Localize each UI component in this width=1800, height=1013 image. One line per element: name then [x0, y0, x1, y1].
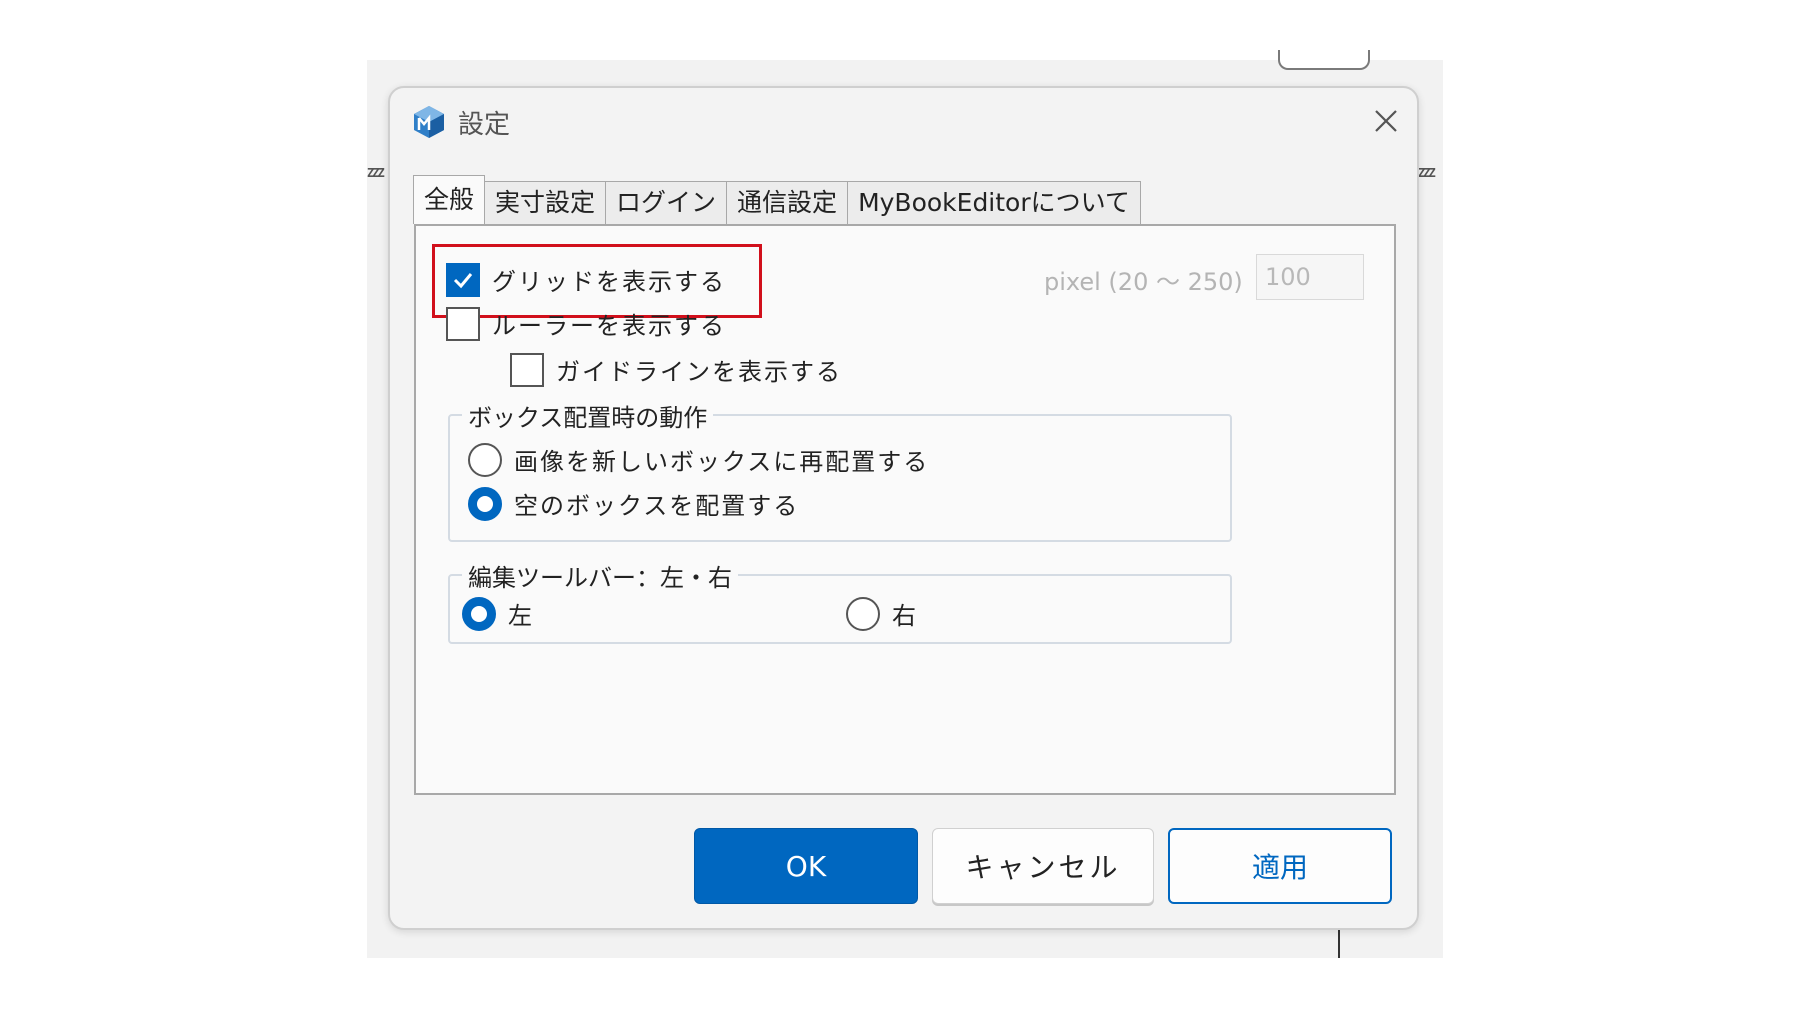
tab-bar: 全般 実寸設定 ログイン 通信設定 MyBookEditorについて [413, 175, 1141, 224]
reposition-image-label: 画像を新しいボックスに再配置する [514, 448, 930, 476]
toolbar-left-radio[interactable] [462, 596, 496, 631]
box-placement-group: ボックス配置時の動作 画像を新しいボックスに再配置する 空のボックスを配置する [448, 398, 1232, 542]
tab-about[interactable]: MyBookEditorについて [847, 181, 1141, 224]
radio-row-empty-box[interactable]: 空のボックスを配置する [468, 486, 799, 521]
toolbar-left-label: 左 [508, 602, 534, 630]
title-bar: 設定 [390, 88, 1417, 156]
background-tab [1278, 50, 1370, 70]
background-line [1338, 928, 1340, 958]
reposition-image-radio[interactable] [468, 442, 502, 477]
close-icon [1375, 110, 1397, 132]
toolbar-position-group: 編集ツールバー：左・右 左 右 [448, 558, 1232, 644]
radio-row-right[interactable]: 右 [846, 596, 918, 631]
radio-row-reposition-image[interactable]: 画像を新しいボックスに再配置する [468, 442, 929, 477]
background-hatch-right: ZZZ [1418, 166, 1436, 180]
cancel-button[interactable]: キャンセル [932, 828, 1154, 904]
tab-communication-settings[interactable]: 通信設定 [726, 181, 849, 224]
tab-login[interactable]: ログイン [605, 181, 728, 224]
dialog-title: 設定 [458, 110, 511, 140]
toolbar-right-label: 右 [892, 602, 918, 630]
empty-box-radio[interactable] [468, 486, 502, 521]
apply-button[interactable]: 適用 [1168, 828, 1392, 904]
show-guidelines-label: ガイドラインを表示する [556, 358, 842, 386]
show-ruler-row[interactable]: ルーラーを表示する [446, 306, 726, 341]
app-logo-icon [412, 104, 446, 140]
show-grid-checkbox[interactable] [446, 262, 480, 297]
radio-row-left[interactable]: 左 [462, 596, 534, 631]
pixel-range-label: pixel (20 〜 250) [1044, 268, 1243, 296]
settings-dialog: 設定 全般 実寸設定 ログイン 通信設定 MyBookEditorについて グリ… [388, 86, 1419, 930]
show-grid-row[interactable]: グリッドを表示する [446, 262, 726, 297]
box-placement-legend: ボックス配置時の動作 [462, 398, 714, 433]
show-ruler-label: ルーラーを表示する [492, 312, 726, 340]
show-ruler-checkbox[interactable] [446, 306, 480, 341]
show-guidelines-row[interactable]: ガイドラインを表示する [510, 352, 842, 387]
ok-button[interactable]: OK [694, 828, 918, 904]
checkmark-icon [453, 272, 473, 288]
grid-pixel-input[interactable] [1256, 254, 1364, 300]
empty-box-label: 空のボックスを配置する [514, 492, 800, 520]
show-grid-label: グリッドを表示する [492, 268, 726, 296]
tab-actual-size-settings[interactable]: 実寸設定 [484, 181, 607, 224]
tab-general[interactable]: 全般 [413, 175, 486, 224]
close-button[interactable] [1367, 102, 1405, 140]
general-tab-panel: グリッドを表示する pixel (20 〜 250) ルーラーを表示する ガイド… [414, 224, 1396, 795]
toolbar-position-legend: 編集ツールバー：左・右 [462, 558, 738, 593]
toolbar-right-radio[interactable] [846, 596, 880, 631]
show-guidelines-checkbox[interactable] [510, 352, 544, 387]
